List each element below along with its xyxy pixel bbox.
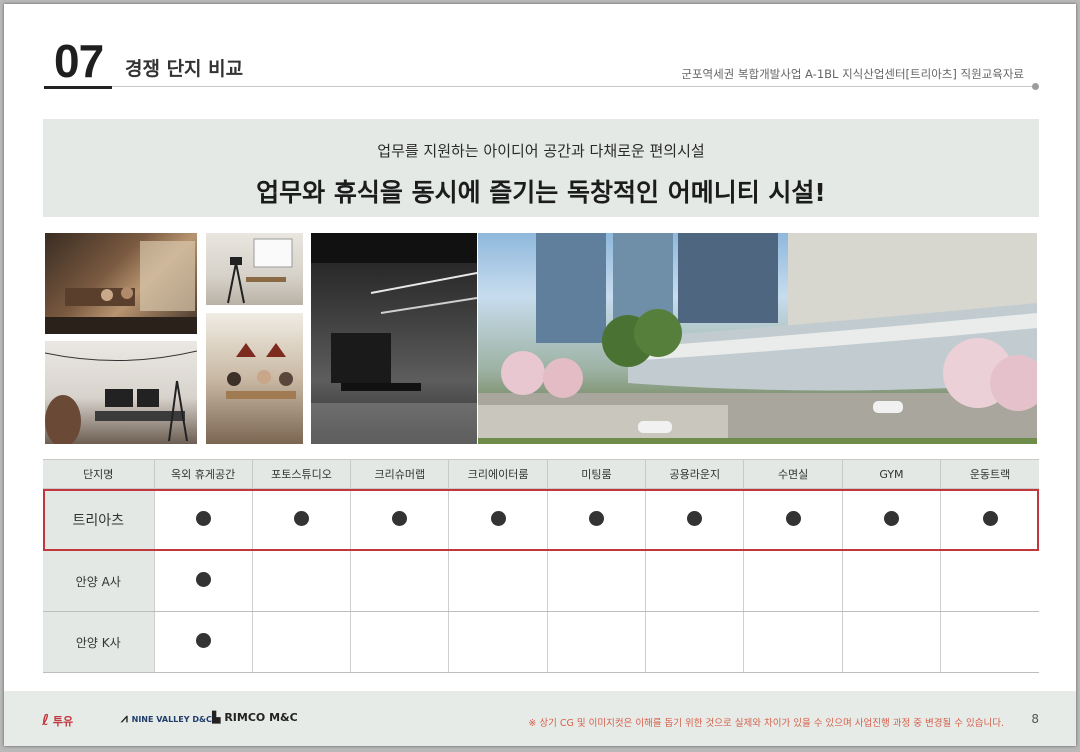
column-header: 옥외 휴게공간 [153, 459, 253, 489]
column-header: 공용라운지 [645, 459, 744, 489]
facility-cell [251, 611, 351, 673]
nine-valley-logo-icon: ⩘ [121, 711, 128, 725]
tuyu-logo: ℓ 투유 [42, 711, 74, 729]
section-title: 경쟁 단지 비교 [125, 58, 244, 80]
facility-cell [350, 611, 449, 673]
facility-cell [251, 488, 351, 551]
facility-cell [645, 611, 744, 673]
column-header: 미팅룸 [546, 459, 646, 489]
complex-name-cell: 트리아츠 [43, 488, 154, 551]
facility-cell [350, 488, 449, 551]
facility-cell [153, 488, 253, 551]
facility-cell [940, 550, 1039, 612]
gym-photo [311, 233, 477, 444]
exterior-rendering [478, 233, 1037, 444]
page-number: 8 [1031, 712, 1039, 726]
column-header: 운동트랙 [940, 459, 1039, 489]
header-divider-dot [1032, 83, 1039, 90]
section-underline [44, 86, 112, 89]
column-header: 수면실 [743, 459, 843, 489]
document-title: 군포역세권 복합개발사업 A-1BL 지식산업센터[트리아츠] 직원교육자료 [681, 67, 1024, 81]
table-row: 안양 A사 [43, 550, 1039, 612]
facility-cell [448, 550, 548, 612]
available-dot-icon [490, 510, 506, 526]
rimco-logo-icon: ▙ [212, 711, 221, 724]
creator-room-photo [45, 341, 197, 444]
header-divider [112, 86, 1036, 87]
available-dot-icon [392, 510, 408, 526]
facility-cell [743, 611, 843, 673]
available-dot-icon [687, 510, 703, 526]
complex-name-cell: 안양 A사 [43, 550, 154, 612]
available-dot-icon [195, 572, 211, 587]
facility-cell [743, 550, 843, 612]
available-dot-icon [588, 510, 604, 526]
column-header: 크리에이터룸 [448, 459, 548, 489]
rimco-logo: ▙ RIMCO M&C [212, 711, 298, 724]
facility-cell [841, 488, 941, 551]
column-header: GYM [841, 459, 941, 489]
column-header: 단지명 [43, 459, 154, 489]
available-dot-icon [195, 633, 211, 648]
meeting-room-photo [206, 313, 303, 444]
comparison-table: 단지명 옥외 휴게공간 포토스튜디오 크리슈머랩 크리에이터룸 미팅룸 공용라운… [43, 459, 1039, 673]
facility-cell [940, 488, 1039, 551]
available-dot-icon [785, 510, 801, 526]
lounge-photo [45, 233, 197, 334]
facility-cell [448, 611, 548, 673]
photo-studio-photo [206, 233, 303, 305]
table-header-row: 단지명 옥외 휴게공간 포토스튜디오 크리슈머랩 크리에이터룸 미팅룸 공용라운… [43, 459, 1039, 489]
facility-cell [153, 550, 253, 612]
tuyu-logo-icon: ℓ [42, 711, 50, 729]
column-header: 크리슈머랩 [350, 459, 449, 489]
banner-title: 업무와 휴식을 동시에 즐기는 독창적인 어메니티 시설! [256, 178, 826, 207]
available-dot-icon [982, 510, 998, 526]
facility-cell [645, 488, 744, 551]
facility-cell [645, 550, 744, 612]
facility-cell [251, 550, 351, 612]
banner: 업무를 지원하는 아이디어 공간과 다채로운 편의시설 업무와 휴식을 동시에 … [43, 119, 1039, 217]
available-dot-icon [883, 510, 899, 526]
facility-cell [153, 611, 253, 673]
complex-name-cell: 안양 K사 [43, 611, 154, 673]
facility-cell [841, 611, 941, 673]
page: 07 경쟁 단지 비교 군포역세권 복합개발사업 A-1BL 지식산업센터[트리… [4, 4, 1076, 746]
table-row: 트리아츠 [43, 488, 1039, 551]
footer: ℓ 투유 ⩘ NINE VALLEY D&C ▙ RIMCO M&C ※ 상기 … [4, 691, 1076, 746]
facility-cell [546, 611, 646, 673]
available-dot-icon [293, 510, 309, 526]
facility-cell [546, 488, 646, 551]
column-header: 포토스튜디오 [251, 459, 351, 489]
available-dot-icon [195, 510, 211, 526]
disclaimer: ※ 상기 CG 및 이미지컷은 이해를 돕기 위한 것으로 실제와 차이가 있을… [528, 718, 1004, 729]
facility-cell [350, 550, 449, 612]
facility-cell [841, 550, 941, 612]
table-row: 안양 K사 [43, 611, 1039, 673]
facility-cell [448, 488, 548, 551]
facility-cell [546, 550, 646, 612]
nine-valley-logo: ⩘ NINE VALLEY D&C [121, 711, 212, 725]
facility-cell [743, 488, 843, 551]
facility-cell [940, 611, 1039, 673]
section-number: 07 [54, 35, 104, 87]
banner-subtitle: 업무를 지원하는 아이디어 공간과 다채로운 편의시설 [377, 142, 705, 160]
